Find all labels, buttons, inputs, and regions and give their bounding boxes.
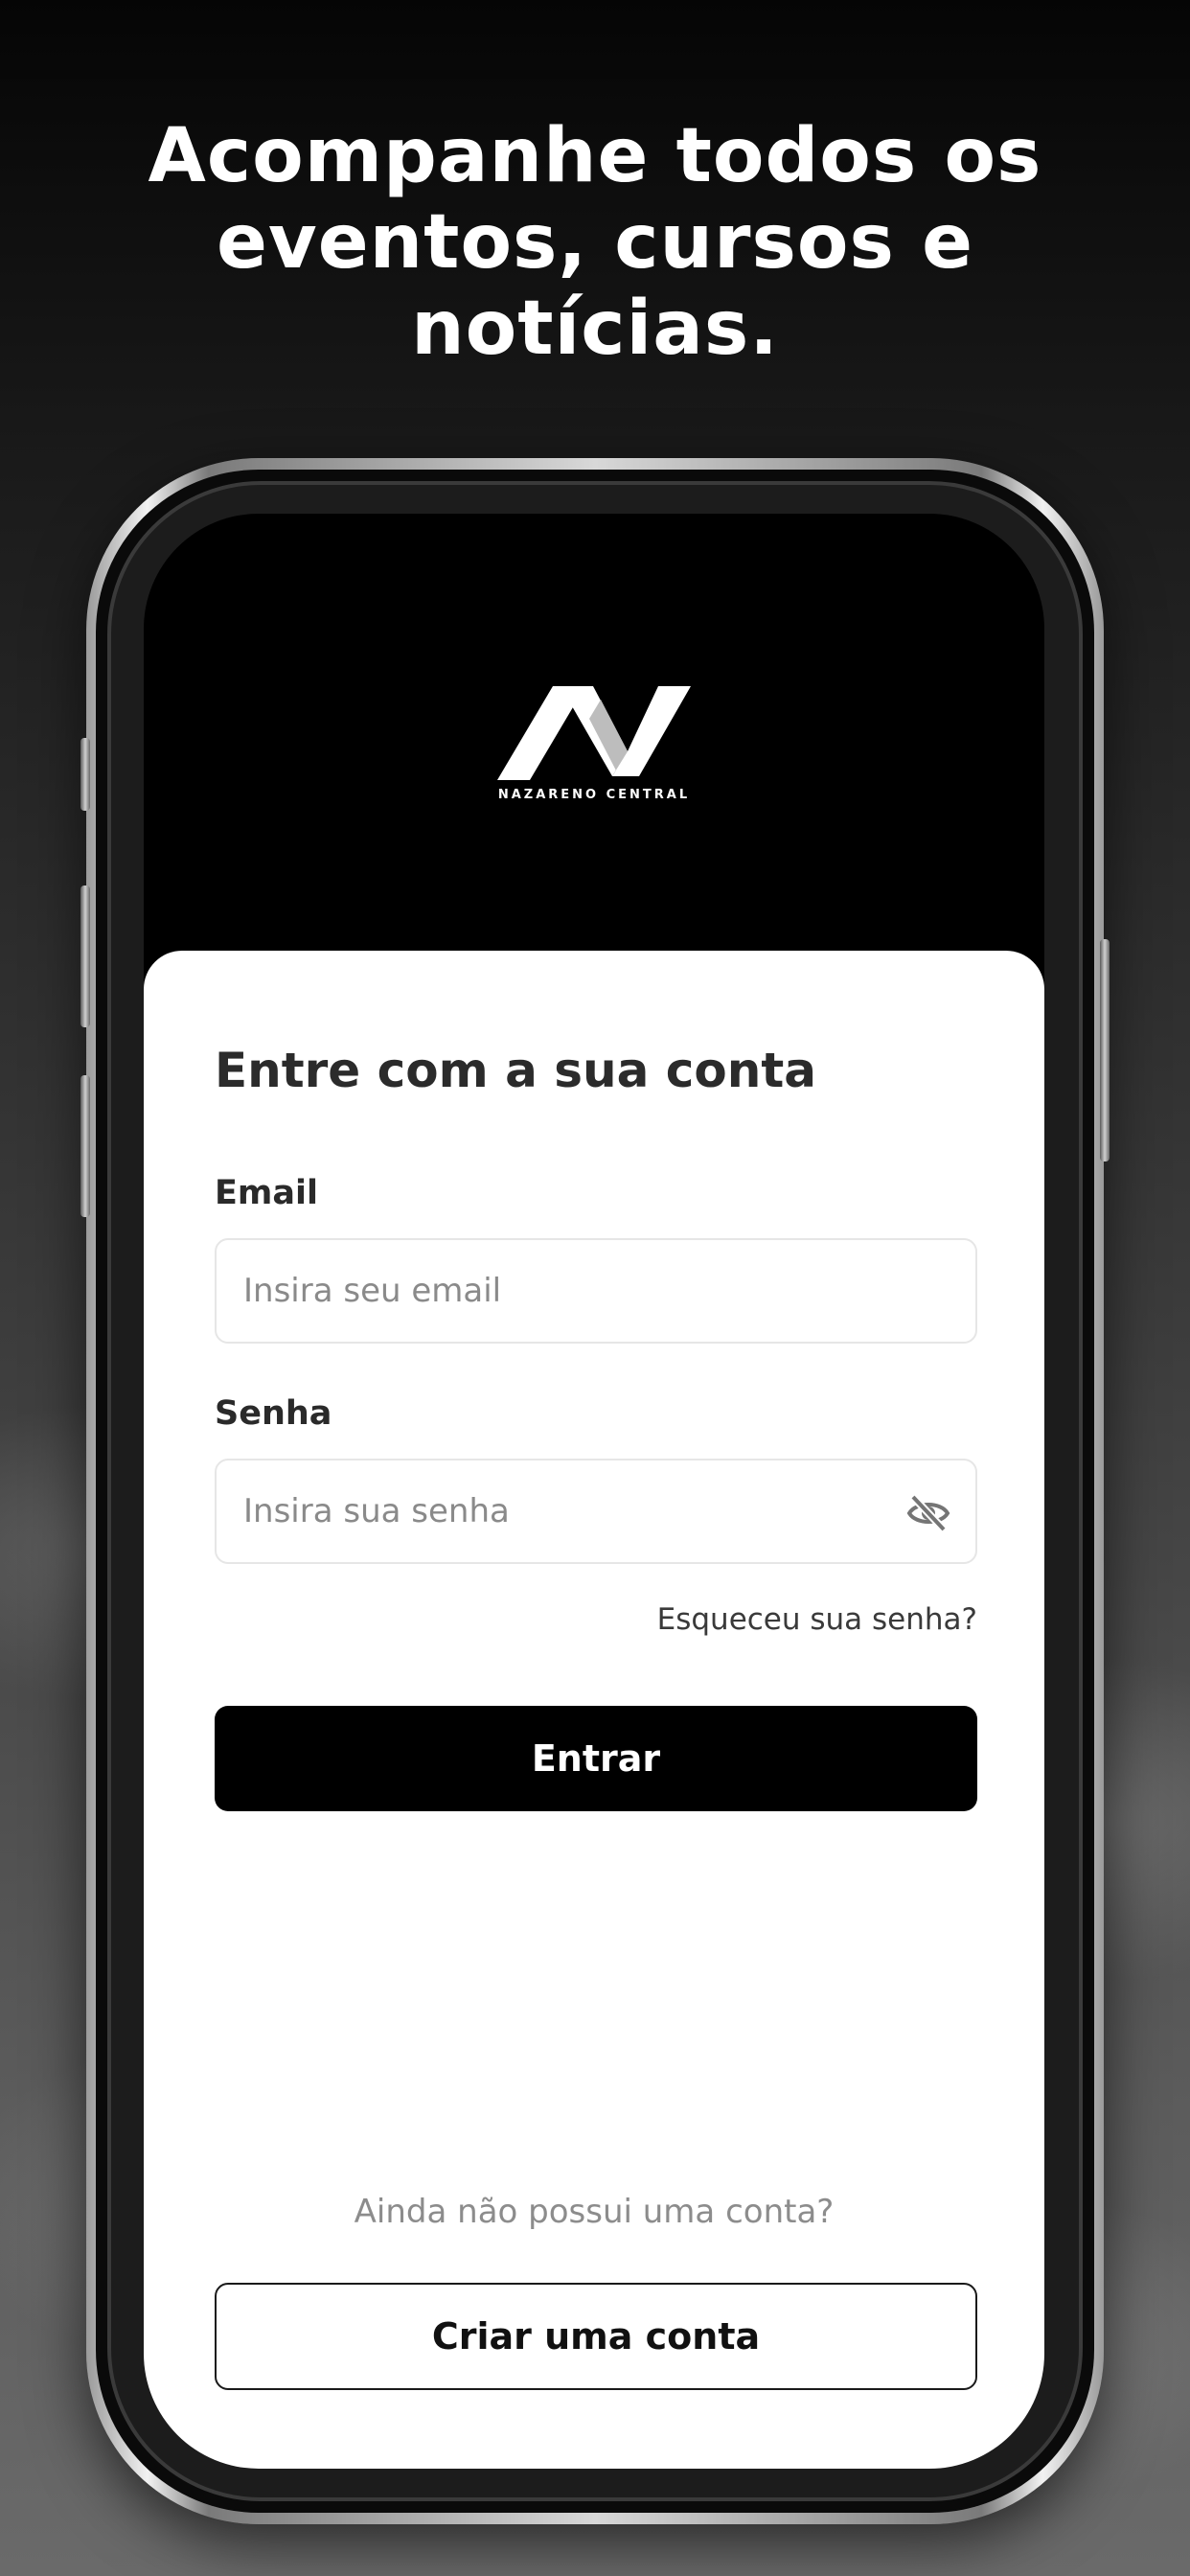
email-field-box	[215, 1238, 977, 1344]
headline-line-2: eventos, cursos e	[217, 199, 973, 286]
password-field-box	[215, 1459, 977, 1564]
create-account-button[interactable]: Criar uma conta	[215, 2283, 977, 2390]
phone-side-button-volume-down	[80, 1075, 90, 1217]
email-label: Email	[215, 1174, 318, 1212]
password-input[interactable]	[217, 1460, 975, 1562]
phone-side-button-mute	[80, 738, 90, 811]
headline-line-3: notícias.	[411, 286, 779, 372]
headline-line-1: Acompanhe todos os	[148, 113, 1042, 199]
login-card: Entre com a sua conta Email Senha Esquec…	[144, 951, 1044, 2469]
no-account-text: Ainda não possui uma conta?	[354, 2193, 835, 2231]
phone-side-button-volume-up	[80, 886, 90, 1027]
phone-side-button-power	[1100, 939, 1110, 1162]
nazareno-n-logo-icon	[497, 686, 691, 780]
eye-off-icon[interactable]	[906, 1493, 950, 1533]
password-label: Senha	[215, 1394, 332, 1433]
brand-logo: NAZARENO CENTRAL	[144, 677, 1044, 802]
promo-headline: Acompanhe todos os eventos, cursos e not…	[0, 113, 1190, 372]
brand-logo-text: NAZARENO CENTRAL	[497, 788, 691, 802]
phone-screen: NAZARENO CENTRAL Entre com a sua conta E…	[144, 514, 1044, 2469]
email-input[interactable]	[217, 1240, 975, 1342]
login-button[interactable]: Entrar	[215, 1706, 977, 1811]
forgot-password-link[interactable]: Esqueceu sua senha?	[657, 1602, 977, 1637]
login-title: Entre com a sua conta	[215, 1043, 817, 1098]
